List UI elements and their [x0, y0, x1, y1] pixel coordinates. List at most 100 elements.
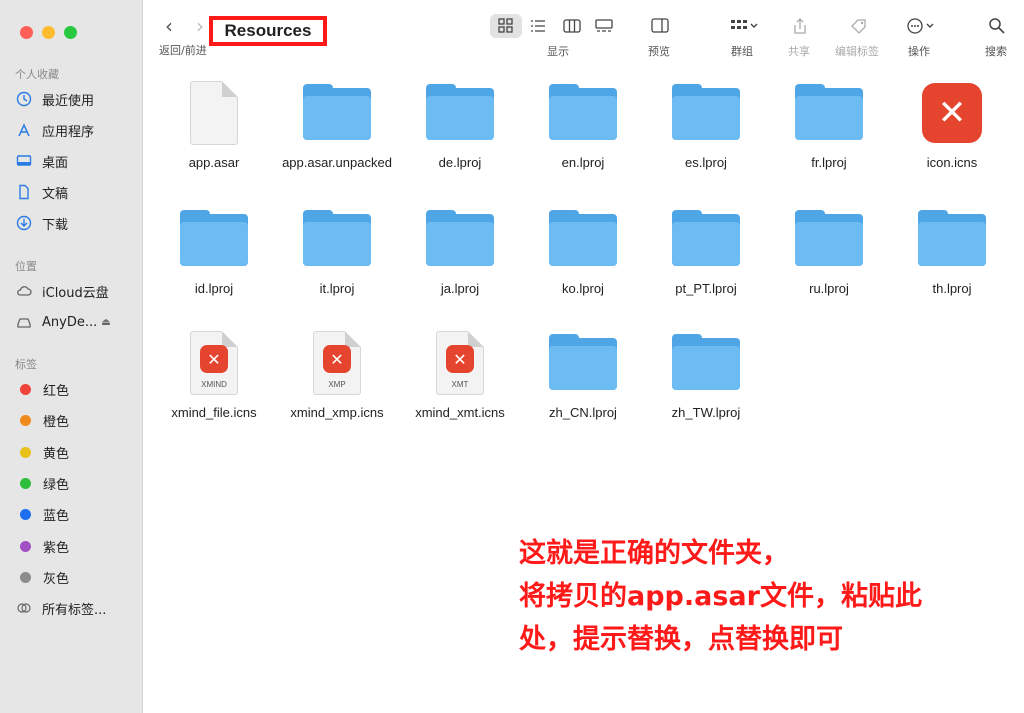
file-item[interactable]: app.asar.unpacked — [275, 78, 399, 171]
sidebar-item-documents[interactable]: 文稿 — [15, 180, 139, 204]
file-name: icon.icns — [926, 155, 978, 170]
preview-button[interactable] — [648, 14, 672, 38]
close-button[interactable] — [20, 26, 33, 39]
file-item[interactable]: zh_CN.lproj — [521, 328, 645, 421]
file-item[interactable]: it.lproj — [275, 204, 399, 297]
file-item[interactable]: pt_PT.lproj — [644, 204, 768, 297]
view-label: 显示 — [547, 45, 569, 58]
window-controls — [20, 26, 77, 39]
action-button[interactable] — [904, 14, 938, 38]
sidebar-item-label: 红色 — [43, 383, 70, 399]
gallery-icon — [595, 19, 613, 32]
file-item[interactable]: en.lproj — [521, 78, 645, 171]
forward-button[interactable]: › — [196, 14, 204, 38]
sidebar-item-label: 文稿 — [42, 186, 69, 202]
file-item[interactable]: ✕ icon.icns — [890, 78, 1014, 171]
icon-view-button[interactable] — [490, 14, 522, 38]
green-tag-icon — [20, 477, 31, 489]
group-button[interactable] — [726, 14, 762, 38]
tags-section-title: 标签 — [15, 358, 37, 371]
file-name: ru.lproj — [809, 281, 849, 296]
sidebar-item-label: 绿色 — [43, 477, 70, 493]
red-tag-icon — [20, 383, 31, 395]
edit-tags-label: 编辑标签 — [835, 45, 879, 58]
file-name: app.asar — [188, 155, 240, 170]
sidebar-tag-yellow[interactable]: 黄色 — [15, 440, 139, 464]
file-name: it.lproj — [319, 281, 355, 296]
nav-label: 返回/前进 — [159, 44, 207, 57]
xmind-document-icon: ✕ XMT — [398, 328, 522, 398]
file-name: ko.lproj — [562, 281, 604, 296]
sidebar-item-label: 应用程序 — [42, 124, 95, 140]
sidebar-item-label: 橙色 — [43, 414, 70, 430]
xmind-app-icon: ✕ — [890, 78, 1014, 148]
edit-tags-button[interactable] — [848, 14, 870, 38]
gray-tag-icon — [20, 571, 31, 583]
blue-tag-icon — [20, 508, 31, 520]
action-label: 操作 — [908, 45, 930, 58]
file-item[interactable]: app.asar — [152, 78, 276, 171]
search-icon — [989, 18, 1005, 34]
file-name: fr.lproj — [811, 155, 847, 170]
file-name: pt_PT.lproj — [675, 281, 737, 296]
file-item[interactable]: ✕ XMP xmind_xmp.icns — [275, 328, 399, 421]
sidebar-tag-orange[interactable]: 橙色 — [15, 408, 139, 432]
file-item[interactable]: id.lproj — [152, 204, 276, 297]
sidebar-tag-blue[interactable]: 蓝色 — [15, 502, 139, 526]
sidebar-item-downloads[interactable]: 下载 — [15, 211, 139, 235]
sidebar-item-label: 所有标签... — [42, 602, 107, 618]
share-button[interactable] — [790, 14, 810, 38]
file-name: xmind_file.icns — [171, 405, 257, 420]
file-item[interactable]: ru.lproj — [767, 204, 891, 297]
sidebar-item-all-tags[interactable]: 所有标签... — [15, 596, 139, 620]
clock-icon — [15, 90, 33, 108]
folder-icon — [521, 328, 645, 398]
file-item[interactable]: ko.lproj — [521, 204, 645, 297]
xmind-document-icon: ✕ XMP — [275, 328, 399, 398]
sidebar-item-label: AnyDe... — [42, 314, 98, 330]
file-item[interactable]: zh_TW.lproj — [644, 328, 768, 421]
toolbar: ‹ › 返回/前进 Resources 显示 预览 群组 共享 编辑标签 操作 … — [143, 0, 1024, 70]
sidebar-tag-gray[interactable]: 灰色 — [15, 565, 139, 589]
folder-icon — [767, 78, 891, 148]
zoom-button[interactable] — [64, 26, 77, 39]
sidebar-item-label: 紫色 — [43, 540, 70, 556]
search-button[interactable] — [986, 14, 1008, 38]
file-item[interactable]: es.lproj — [644, 78, 768, 171]
sidebar-tag-red[interactable]: 红色 — [15, 377, 139, 401]
annotation-line: 这就是正确的文件夹， — [519, 538, 789, 569]
file-item[interactable]: ✕ XMIND xmind_file.icns — [152, 328, 276, 421]
folder-icon — [890, 204, 1014, 274]
eject-icon[interactable]: ⏏ — [101, 317, 110, 328]
preview-pane-icon — [651, 18, 669, 33]
folder-icon — [398, 78, 522, 148]
file-item[interactable]: fr.lproj — [767, 78, 891, 171]
sidebar-item-recents[interactable]: 最近使用 — [15, 87, 139, 111]
share-label: 共享 — [788, 45, 810, 58]
document-icon — [152, 78, 276, 148]
list-view-button[interactable] — [522, 14, 554, 38]
back-button[interactable]: ‹ — [165, 14, 173, 38]
window-title: Resources — [209, 16, 327, 46]
instruction-annotation: 这就是正确的文件夹， 将拷贝的app.asar文件，粘贴此 处，提示替换，点替换… — [519, 532, 999, 661]
file-item[interactable]: de.lproj — [398, 78, 522, 171]
minimize-button[interactable] — [42, 26, 55, 39]
file-item[interactable]: ja.lproj — [398, 204, 522, 297]
file-item[interactable]: ✕ XMT xmind_xmt.icns — [398, 328, 522, 421]
sidebar-item-desktop[interactable]: 桌面 — [15, 149, 139, 173]
sidebar-item-label: iCloud云盘 — [42, 285, 109, 301]
orange-tag-icon — [20, 414, 31, 426]
file-name: ja.lproj — [440, 281, 480, 296]
gallery-view-button[interactable] — [588, 14, 620, 38]
sidebar-tag-green[interactable]: 绿色 — [15, 471, 139, 495]
sidebar-tag-purple[interactable]: 紫色 — [15, 534, 139, 558]
share-icon — [794, 18, 806, 34]
sidebar-item-icloud[interactable]: iCloud云盘 — [15, 279, 139, 303]
sidebar-item-applications[interactable]: 应用程序 — [15, 118, 139, 142]
purple-tag-icon — [20, 540, 31, 552]
sidebar-item-anydesk[interactable]: AnyDe... ⏏ — [15, 310, 139, 334]
folder-icon — [152, 204, 276, 274]
file-item[interactable]: th.lproj — [890, 204, 1014, 297]
column-view-button[interactable] — [556, 14, 588, 38]
sidebar-item-label: 蓝色 — [43, 508, 70, 524]
